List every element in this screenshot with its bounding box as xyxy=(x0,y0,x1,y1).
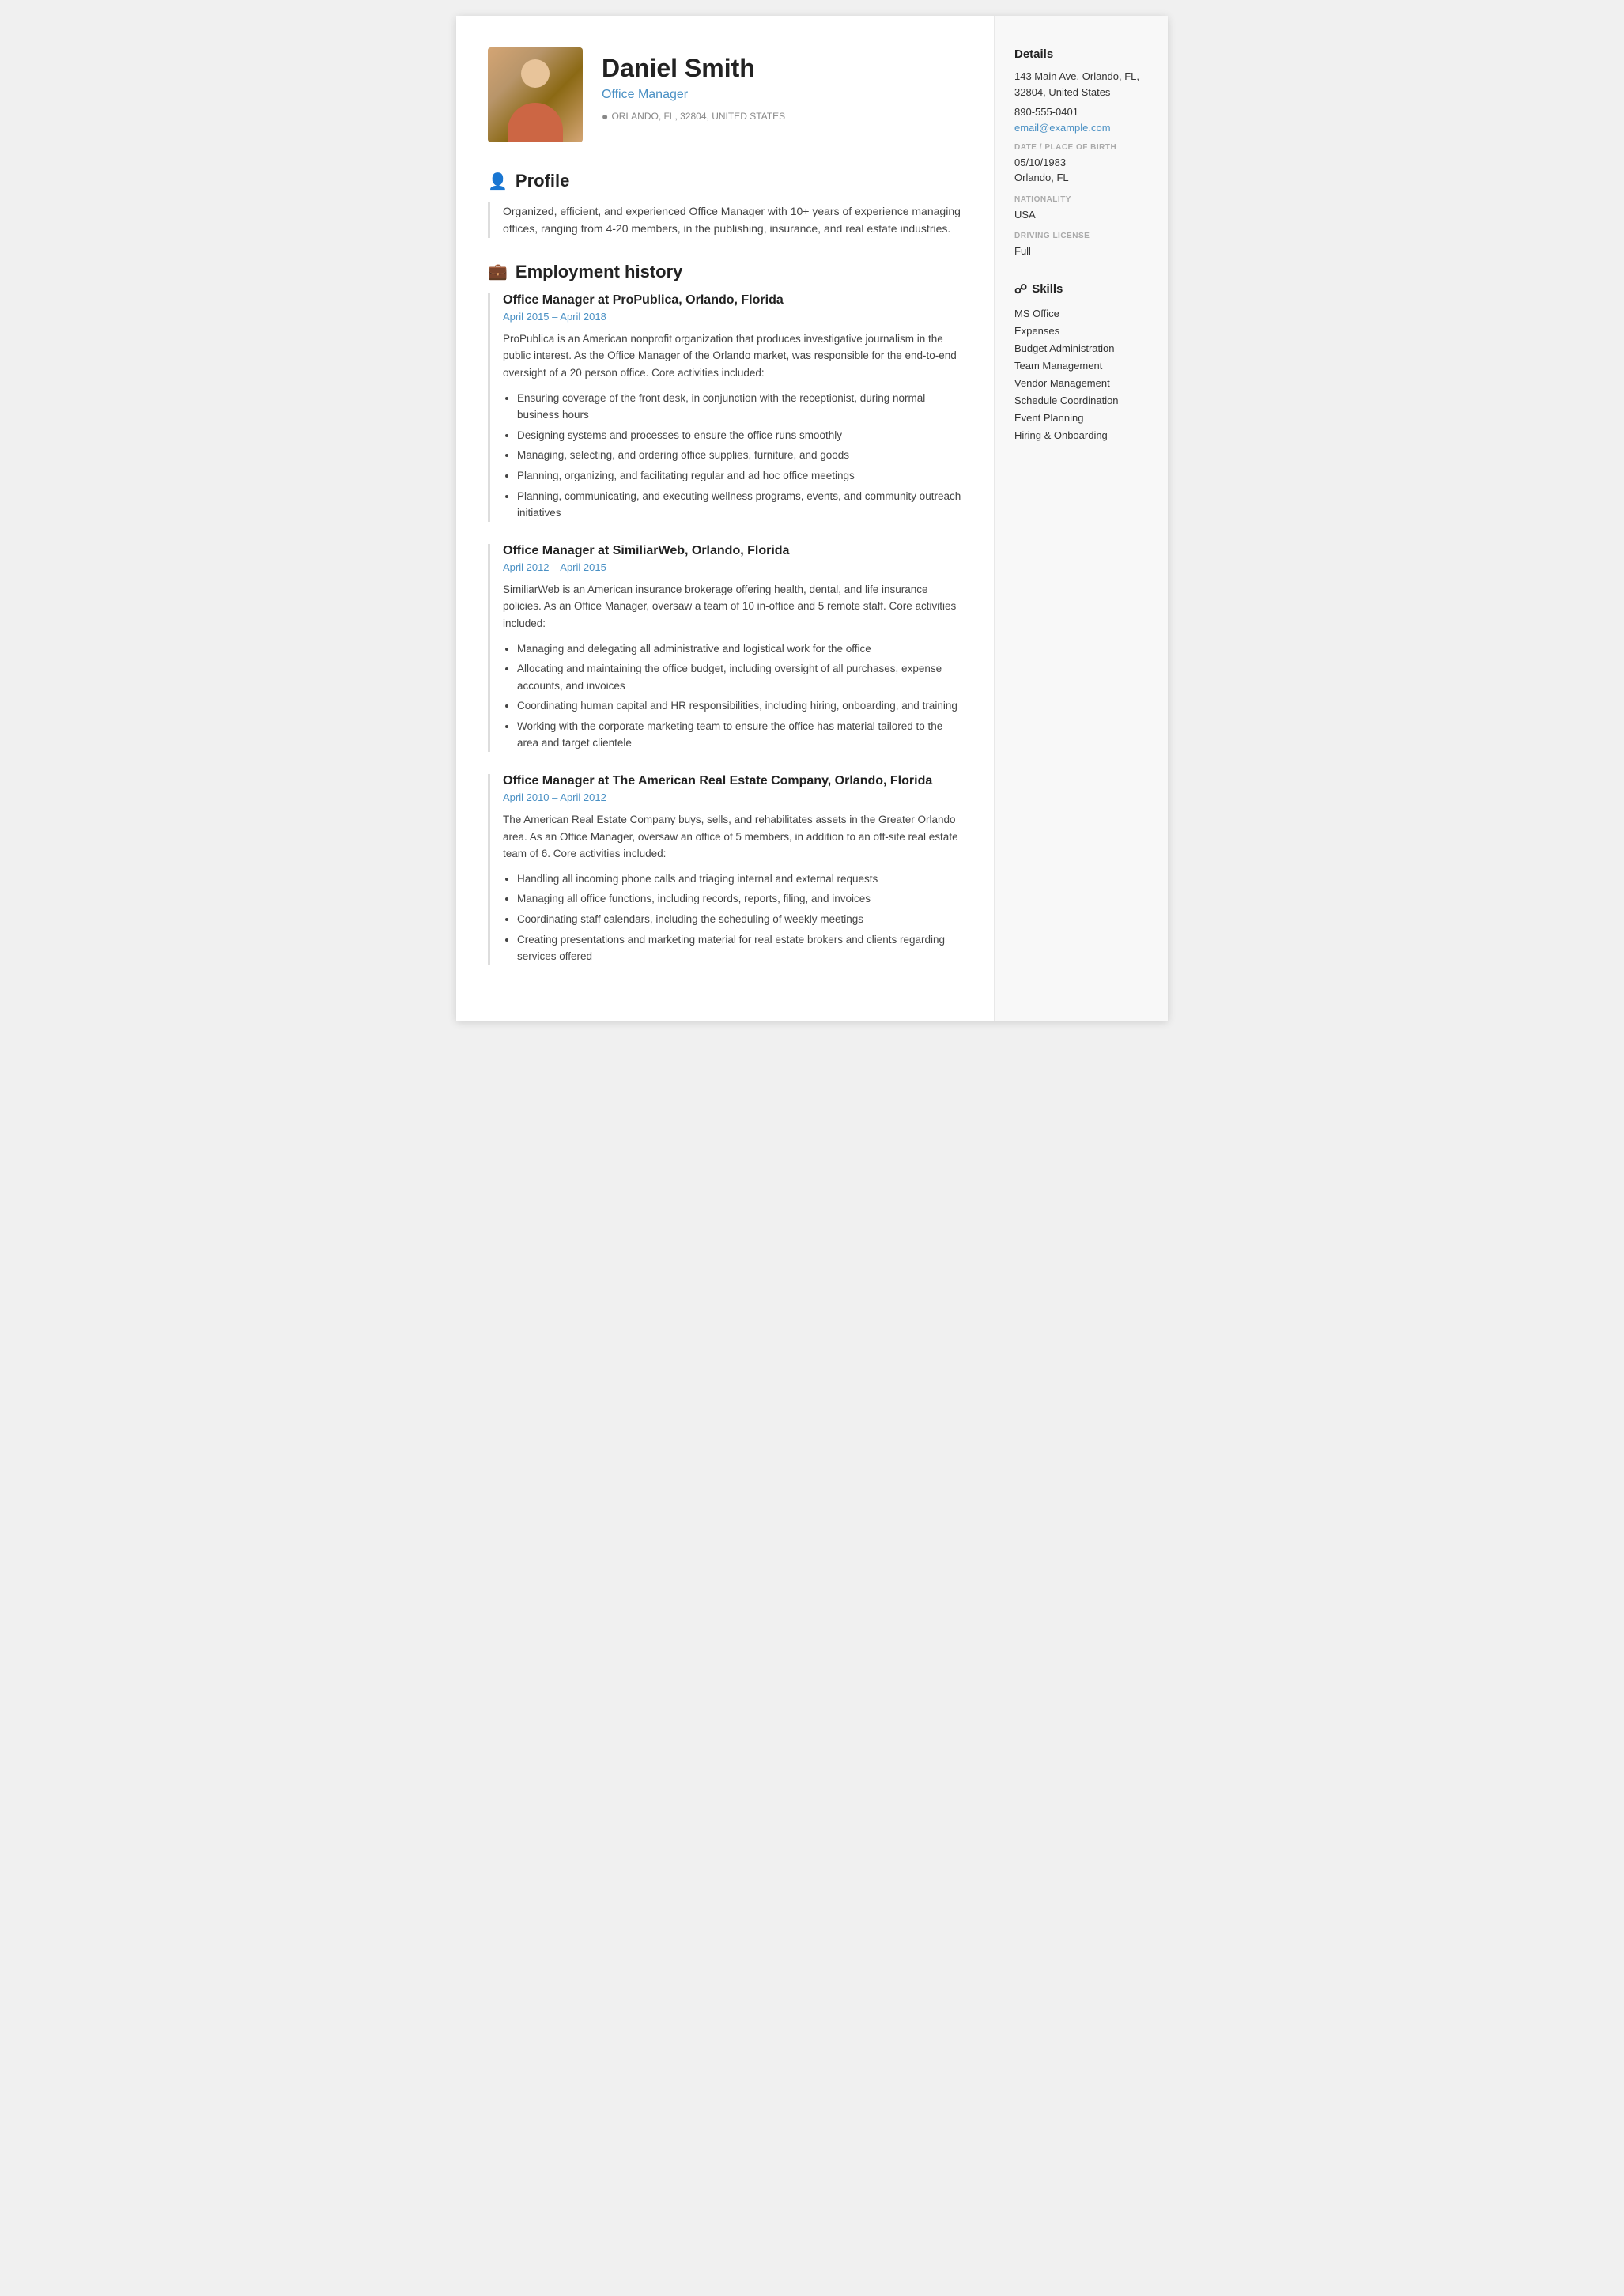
profile-divider: Organized, efficient, and experienced Of… xyxy=(488,202,962,238)
list-item: Managing all office functions, including… xyxy=(517,890,962,908)
avatar-image xyxy=(488,47,583,142)
employment-section: 💼 Employment history Office Manager at P… xyxy=(488,262,962,965)
skills-section: ☍ Skills MS Office Expenses Budget Admin… xyxy=(1014,281,1148,445)
job-entry-1: Office Manager at ProPublica, Orlando, F… xyxy=(488,293,962,522)
job-2-description: SimiliarWeb is an American insurance bro… xyxy=(503,581,962,633)
resume-header: Daniel Smith Office Manager ● ORLANDO, F… xyxy=(488,47,962,142)
list-item: Designing systems and processes to ensur… xyxy=(517,427,962,444)
skill-item: Team Management xyxy=(1014,357,1148,375)
list-item: Planning, communicating, and executing w… xyxy=(517,488,962,522)
driving-label: DRIVING LICENSE xyxy=(1014,232,1148,240)
skill-item: Event Planning xyxy=(1014,410,1148,427)
profile-section: 👤 Profile Organized, efficient, and expe… xyxy=(488,171,962,238)
job-entry-3: Office Manager at The American Real Esta… xyxy=(488,774,962,965)
list-item: Creating presentations and marketing mat… xyxy=(517,931,962,965)
job-3-dates: April 2010 – April 2012 xyxy=(503,791,962,803)
list-item: Managing and delegating all administrati… xyxy=(517,640,962,658)
job-1: Office Manager at ProPublica, Orlando, F… xyxy=(503,293,962,522)
avatar xyxy=(488,47,583,142)
details-section: Details 143 Main Ave, Orlando, FL, 32804… xyxy=(1014,47,1148,259)
main-content: Daniel Smith Office Manager ● ORLANDO, F… xyxy=(456,16,994,1021)
job-3: Office Manager at The American Real Esta… xyxy=(503,774,962,965)
list-item: Handling all incoming phone calls and tr… xyxy=(517,870,962,888)
employment-title: 💼 Employment history xyxy=(488,262,962,282)
location-icon: ● xyxy=(602,110,608,123)
list-item: Planning, organizing, and facilitating r… xyxy=(517,467,962,485)
dob-label: DATE / PLACE OF BIRTH xyxy=(1014,143,1148,152)
dob-place: Orlando, FL xyxy=(1014,170,1148,186)
dob: 05/10/1983 xyxy=(1014,155,1148,171)
skill-item: Budget Administration xyxy=(1014,340,1148,357)
briefcase-icon: 💼 xyxy=(488,262,508,281)
header-info: Daniel Smith Office Manager ● ORLANDO, F… xyxy=(602,47,962,123)
skill-item: Expenses xyxy=(1014,323,1148,340)
job-1-title: Office Manager at ProPublica, Orlando, F… xyxy=(503,293,962,308)
job-1-dates: April 2015 – April 2018 xyxy=(503,311,962,323)
list-item: Allocating and maintaining the office bu… xyxy=(517,660,962,694)
job-3-title: Office Manager at The American Real Esta… xyxy=(503,774,962,788)
skill-item: Hiring & Onboarding xyxy=(1014,427,1148,444)
job-1-bullets: Ensuring coverage of the front desk, in … xyxy=(503,390,962,522)
resume-document: Daniel Smith Office Manager ● ORLANDO, F… xyxy=(456,16,1168,1021)
job-1-description: ProPublica is an American nonprofit orga… xyxy=(503,330,962,382)
skills-icon: ☍ xyxy=(1014,281,1027,297)
profile-text: Organized, efficient, and experienced Of… xyxy=(503,202,962,238)
location-text: ORLANDO, FL, 32804, UNITED STATES xyxy=(611,111,785,122)
email-link[interactable]: email@example.com xyxy=(1014,122,1148,134)
phone: 890-555-0401 xyxy=(1014,104,1148,120)
job-2-dates: April 2012 – April 2015 xyxy=(503,561,962,573)
job-entry-2: Office Manager at SimiliarWeb, Orlando, … xyxy=(488,544,962,752)
job-2-title: Office Manager at SimiliarWeb, Orlando, … xyxy=(503,544,962,558)
job-2: Office Manager at SimiliarWeb, Orlando, … xyxy=(503,544,962,752)
skill-item: Schedule Coordination xyxy=(1014,392,1148,410)
address: 143 Main Ave, Orlando, FL, 32804, United… xyxy=(1014,69,1148,100)
list-item: Coordinating human capital and HR respon… xyxy=(517,697,962,715)
candidate-job-title: Office Manager xyxy=(602,88,962,102)
job-3-description: The American Real Estate Company buys, s… xyxy=(503,811,962,863)
list-item: Ensuring coverage of the front desk, in … xyxy=(517,390,962,424)
nationality: USA xyxy=(1014,207,1148,223)
driving-license: Full xyxy=(1014,244,1148,259)
job-2-bullets: Managing and delegating all administrati… xyxy=(503,640,962,753)
details-title: Details xyxy=(1014,47,1148,61)
candidate-name: Daniel Smith xyxy=(602,54,962,83)
profile-icon: 👤 xyxy=(488,172,508,191)
nationality-label: NATIONALITY xyxy=(1014,195,1148,204)
sidebar: Details 143 Main Ave, Orlando, FL, 32804… xyxy=(994,16,1168,1021)
skill-item: MS Office xyxy=(1014,305,1148,323)
list-item: Coordinating staff calendars, including … xyxy=(517,911,962,928)
candidate-location: ● ORLANDO, FL, 32804, UNITED STATES xyxy=(602,110,962,123)
job-3-bullets: Handling all incoming phone calls and tr… xyxy=(503,870,962,965)
list-item: Working with the corporate marketing tea… xyxy=(517,718,962,752)
skills-title: ☍ Skills xyxy=(1014,281,1148,297)
list-item: Managing, selecting, and ordering office… xyxy=(517,447,962,464)
skill-item: Vendor Management xyxy=(1014,375,1148,392)
profile-title: 👤 Profile xyxy=(488,171,962,191)
